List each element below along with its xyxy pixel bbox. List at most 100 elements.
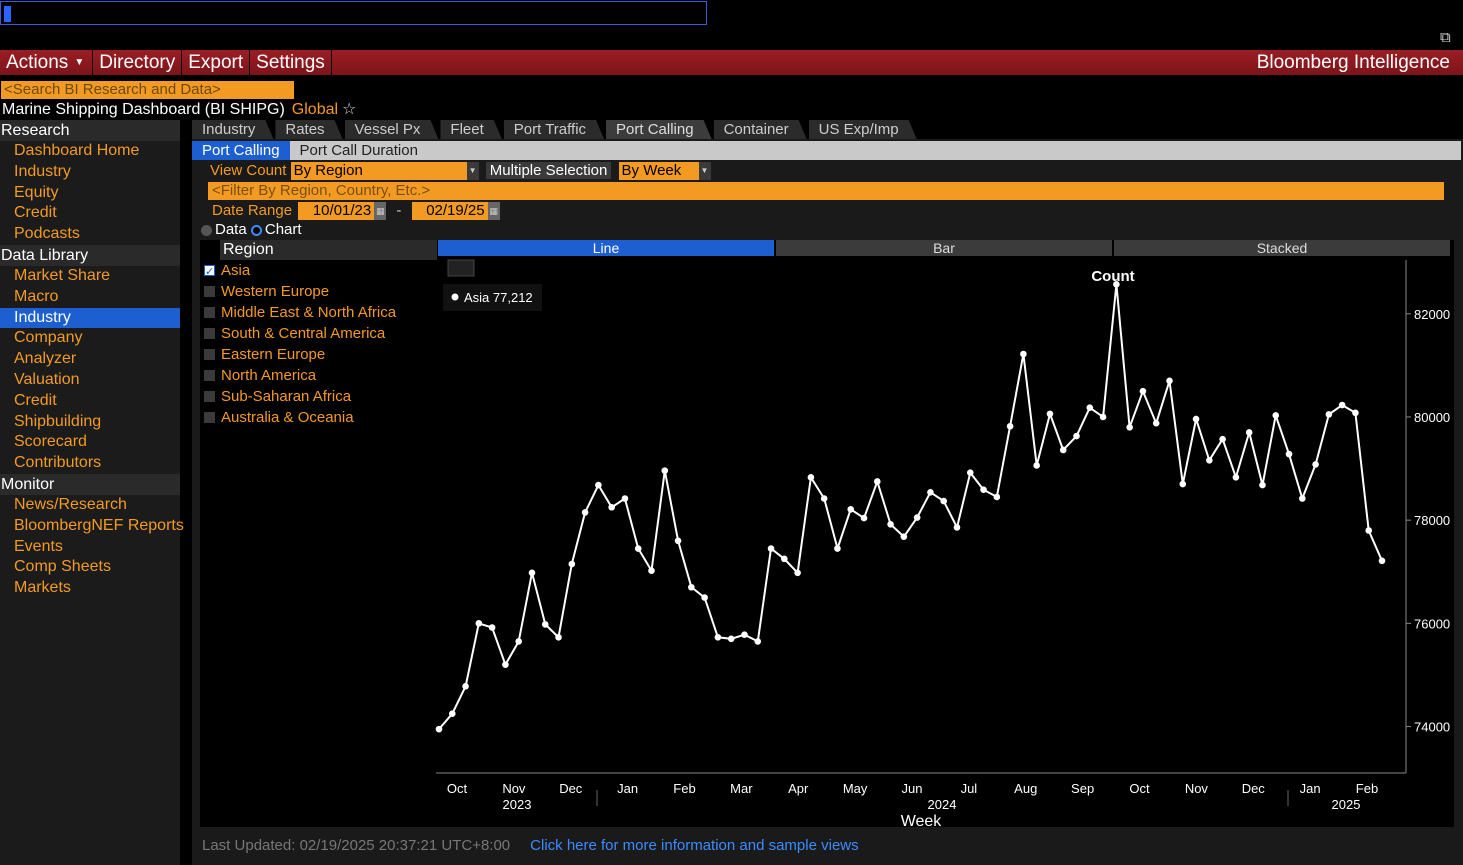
data-point — [1232, 474, 1240, 481]
filter-input[interactable]: <Filter By Region, Country, Etc.> — [208, 182, 1444, 200]
subtab-port-calling[interactable]: Port Calling — [192, 141, 290, 160]
sidebar-item-market-share[interactable]: Market Share — [0, 266, 180, 287]
data-point — [913, 514, 921, 521]
data-mode-radio[interactable]: Data — [201, 221, 247, 238]
sidebar-item-valuation[interactable]: Valuation — [0, 370, 180, 391]
sidebar-item-credit[interactable]: Credit — [0, 203, 180, 224]
data-point — [621, 495, 629, 502]
command-line[interactable] — [0, 1, 707, 25]
data-point — [1033, 462, 1040, 469]
data-point — [1206, 457, 1213, 464]
multiple-selection-button[interactable]: Multiple Selection — [485, 162, 612, 179]
sidebar-item-scorecard[interactable]: Scorecard — [0, 432, 180, 453]
sidebar-item-analyzer[interactable]: Analyzer — [0, 349, 180, 370]
data-point — [1365, 527, 1373, 534]
date-to-input[interactable]: 02/19/25 — [411, 202, 488, 220]
tab-container[interactable]: Container — [714, 120, 807, 139]
data-point — [834, 545, 841, 552]
y-tick-label: 78000 — [1414, 513, 1450, 528]
search-input[interactable]: <Search BI Research and Data> — [1, 81, 294, 99]
data-point — [767, 545, 775, 552]
chevron-down-icon[interactable]: ▼ — [698, 162, 711, 180]
x-tick-label: Oct — [1129, 781, 1150, 796]
scope-link[interactable]: Global — [292, 101, 338, 118]
calendar-icon[interactable]: ▦ — [374, 202, 387, 220]
chart-mode-label: Chart — [264, 221, 302, 238]
view-count-label: View Count — [210, 162, 287, 179]
sidebar-item-macro[interactable]: Macro — [0, 287, 180, 308]
sidebar-item-contributors[interactable]: Contributors — [0, 453, 180, 474]
data-point — [1259, 481, 1266, 489]
data-point — [1312, 461, 1319, 468]
data-mode-label: Data — [215, 221, 247, 238]
sidebar-item-dashboard-home[interactable]: Dashboard Home — [0, 141, 180, 162]
tab-rates[interactable]: Rates — [275, 120, 342, 139]
data-point — [1219, 435, 1226, 443]
data-point — [448, 710, 456, 717]
x-tick-label: Oct — [447, 781, 468, 796]
data-point — [727, 635, 735, 643]
data-point — [608, 503, 615, 511]
star-icon[interactable]: ☆ — [342, 101, 356, 118]
data-point — [1285, 450, 1293, 458]
chart-panel: Region AsiaWestern EuropeMiddle East & N… — [200, 240, 1454, 827]
y-tick-label: 76000 — [1414, 616, 1450, 631]
data-point — [847, 506, 855, 513]
year-label: 2024 — [928, 797, 957, 812]
data-point — [1338, 401, 1346, 409]
tab-industry[interactable]: Industry — [192, 120, 273, 139]
year-label: 2025 — [1332, 797, 1361, 812]
tab-vessel-px[interactable]: Vessel Px — [345, 120, 439, 139]
x-tick-label: Aug — [1014, 781, 1037, 796]
sidebar-section-research: Research — [0, 120, 180, 141]
brand-title: Bloomberg Intelligence — [1256, 51, 1450, 73]
sidebar-item-comp-sheets[interactable]: Comp Sheets — [0, 557, 180, 578]
data-point — [1086, 404, 1094, 411]
sidebar-item-news-research[interactable]: News/Research — [0, 495, 180, 516]
directory-menu[interactable]: Directory — [93, 50, 183, 75]
legend-label: Asia 77,212 — [464, 290, 533, 305]
sidebar-item-company[interactable]: Company — [0, 328, 180, 349]
tab-port-calling[interactable]: Port Calling — [606, 120, 712, 139]
data-point — [661, 467, 669, 474]
export-menu[interactable]: Export — [182, 50, 251, 75]
data-point — [515, 638, 522, 645]
date-from-input[interactable]: 10/01/23 — [298, 202, 375, 220]
data-point — [860, 514, 868, 522]
sidebar-item-credit[interactable]: Credit — [0, 391, 180, 412]
tab-fleet[interactable]: Fleet — [440, 120, 501, 139]
sidebar-item-markets[interactable]: Markets — [0, 578, 180, 599]
data-point — [754, 638, 762, 645]
chevron-down-icon[interactable]: ▼ — [466, 162, 479, 180]
view-count-row: View Count By Region ▼ Multiple Selection… — [210, 162, 711, 180]
sidebar-item-shipbuilding[interactable]: Shipbuilding — [0, 412, 180, 433]
period-select[interactable]: By Week — [618, 162, 699, 180]
data-point — [1126, 423, 1133, 431]
settings-menu[interactable]: Settings — [250, 50, 332, 75]
calendar-icon[interactable]: ▦ — [487, 202, 500, 220]
sidebar-item-podcasts[interactable]: Podcasts — [0, 224, 180, 245]
tab-us-exp-imp[interactable]: US Exp/Imp — [809, 120, 917, 139]
sidebar-item-industry[interactable]: Industry — [0, 162, 180, 183]
radio-on-icon — [250, 224, 262, 236]
sidebar-item-bloombergnef-reports[interactable]: BloombergNEF Reports — [0, 516, 184, 537]
data-point — [1139, 387, 1147, 395]
sidebar-item-events[interactable]: Events — [0, 537, 180, 558]
data-point — [541, 621, 549, 628]
sidebar-item-industry[interactable]: Industry — [0, 307, 180, 329]
data-point — [1113, 281, 1120, 288]
data-point — [1245, 429, 1253, 436]
view-count-select[interactable]: By Region — [290, 162, 467, 180]
tab-port-traffic[interactable]: Port Traffic — [504, 120, 604, 139]
year-label: 2023 — [503, 797, 532, 812]
chart-mode-radio[interactable]: Chart — [250, 221, 302, 238]
subtab-port-call-duration[interactable]: Port Call Duration — [290, 141, 428, 160]
info-link[interactable]: Click here for more information and samp… — [530, 837, 858, 854]
actions-menu[interactable]: Actions ▼ — [0, 50, 94, 75]
last-updated: Last Updated: 02/19/2025 20:37:21 UTC+8:… — [202, 837, 511, 854]
subtab-bar: Port Calling Port Call Duration — [192, 141, 1461, 160]
data-point — [873, 478, 881, 485]
sidebar-item-equity[interactable]: Equity — [0, 183, 180, 204]
data-point — [966, 469, 974, 476]
popout-icon[interactable]: ⧉ — [1440, 29, 1460, 47]
